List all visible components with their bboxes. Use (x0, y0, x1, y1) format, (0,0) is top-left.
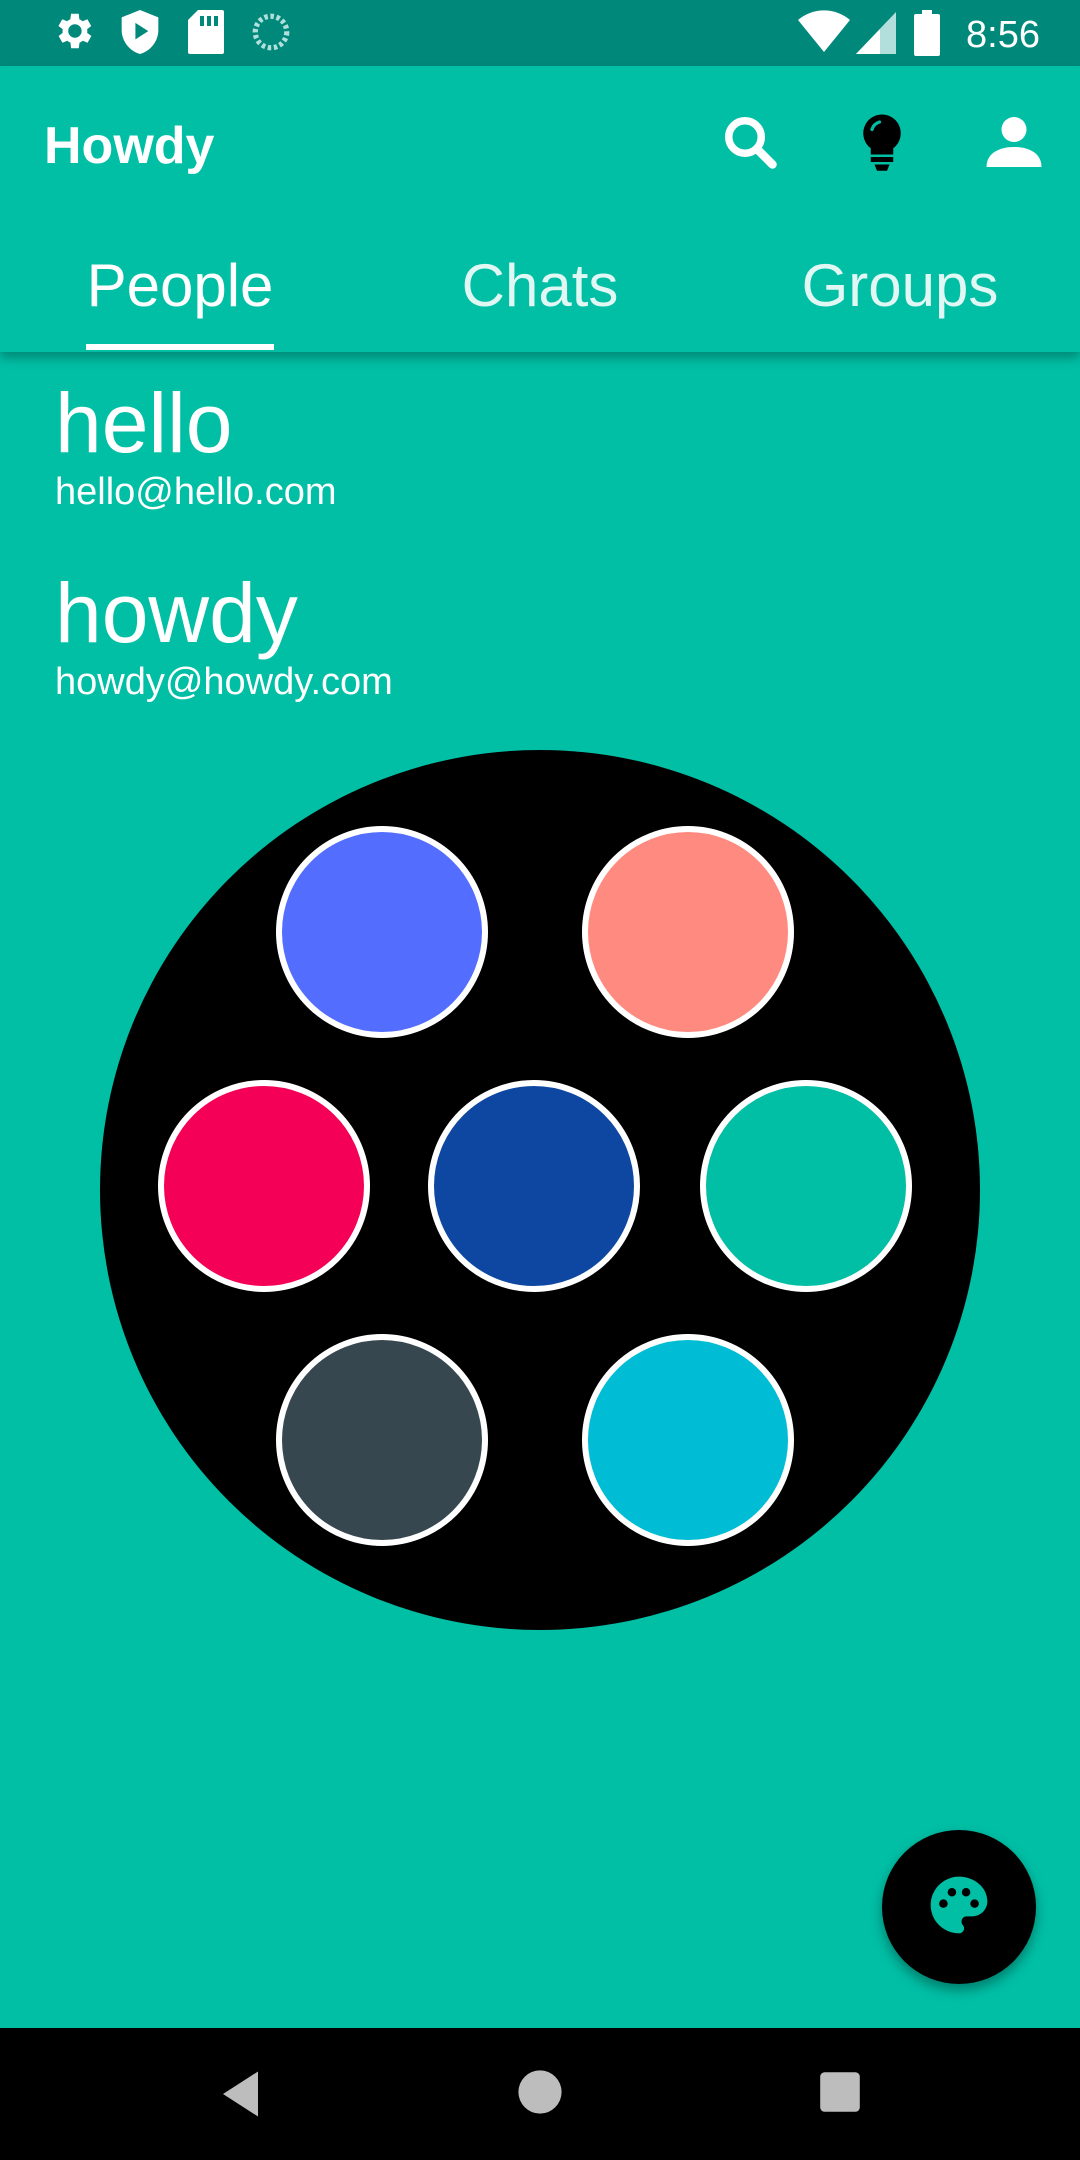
settings-icon (50, 8, 96, 59)
person-email: hello@hello.com (55, 471, 337, 513)
color-swatch[interactable] (700, 1080, 912, 1292)
person-name: hello (55, 376, 233, 470)
palette-fab-button[interactable] (882, 1830, 1036, 1984)
tab-bar: People Chats Groups (0, 236, 1080, 352)
color-swatch[interactable] (276, 1334, 488, 1546)
app-bar: Howdy People Chats Groups (0, 66, 1080, 352)
color-swatch[interactable] (582, 1334, 794, 1546)
app-title: Howdy (44, 117, 215, 175)
color-swatch[interactable] (158, 1080, 370, 1292)
account-icon[interactable] (984, 112, 1044, 177)
back-icon[interactable] (218, 2066, 268, 2127)
tab-chats[interactable]: Chats (400, 236, 680, 352)
tab-indicator (86, 344, 274, 350)
person-name: howdy (55, 566, 298, 660)
list-item[interactable]: hello hello@hello.com (55, 378, 337, 514)
color-swatch[interactable] (428, 1080, 640, 1292)
play-protect-icon (118, 8, 162, 61)
tab-groups[interactable]: Groups (760, 236, 1040, 352)
search-icon[interactable] (720, 112, 780, 177)
tab-people[interactable]: People (40, 236, 320, 352)
color-swatch[interactable] (276, 826, 488, 1038)
battery-icon (914, 10, 940, 61)
navigation-bar (0, 2028, 1080, 2160)
wifi-icon (798, 10, 850, 59)
person-email: howdy@howdy.com (55, 661, 393, 703)
palette-icon (925, 1871, 993, 1944)
status-time: 8:56 (966, 14, 1040, 56)
sync-icon (250, 8, 292, 61)
lightbulb-icon[interactable] (854, 112, 910, 177)
recents-icon[interactable] (818, 2070, 862, 2119)
sd-card-icon (186, 8, 226, 61)
color-swatch[interactable] (582, 826, 794, 1038)
color-palette-picker (100, 750, 980, 1630)
status-bar: 8:56 (0, 0, 1080, 66)
cell-signal-icon (856, 12, 896, 59)
list-item[interactable]: howdy howdy@howdy.com (55, 568, 393, 704)
home-icon[interactable] (516, 2068, 564, 2121)
